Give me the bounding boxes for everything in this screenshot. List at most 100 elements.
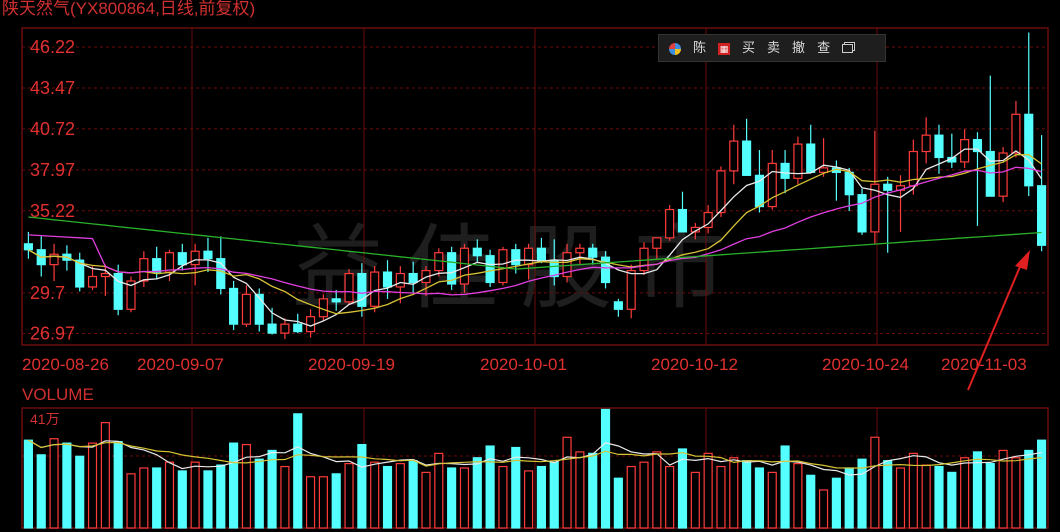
volume-bar: [511, 446, 521, 529]
candle-body: [857, 194, 867, 233]
volume-bar: [690, 471, 700, 529]
volume-bar: [254, 458, 264, 529]
candle-body: [139, 258, 149, 282]
candle-body: [267, 323, 277, 334]
volume-bar: [703, 452, 713, 529]
volume-bar: [344, 463, 354, 529]
candle-body: [152, 258, 162, 273]
volume-bar: [998, 449, 1008, 529]
candle-body: [164, 252, 175, 273]
price-tick-label: 40.72: [30, 119, 75, 139]
volume-bar: [716, 465, 726, 529]
volume-bar: [229, 442, 239, 529]
date-tick-label: 2020-10-24: [822, 355, 909, 374]
volume-bar: [190, 461, 200, 529]
candle-body: [1037, 185, 1047, 246]
volume-bar: [536, 465, 546, 529]
red-arrow-head-icon: [1015, 250, 1030, 270]
window-button[interactable]: [836, 35, 859, 61]
stock-chart[interactable]: 益佳股市 陕天然气(YX800864,日线,前复权) 46.2243.4740.…: [0, 0, 1060, 532]
volume-bar: [562, 436, 572, 529]
candle-body: [190, 250, 200, 266]
volume-bar: [382, 465, 393, 529]
app-logo-button[interactable]: [659, 35, 687, 61]
volume-bar: [62, 442, 72, 529]
candle-body: [1011, 113, 1021, 154]
candle-body: [344, 272, 354, 303]
volume-bar: [665, 465, 675, 529]
candle-body: [382, 271, 393, 288]
volume-bar: [395, 463, 405, 529]
toolbar-chen-button[interactable]: 陈: [687, 35, 712, 61]
volume-bar: [177, 470, 187, 529]
volume-bar: [831, 477, 841, 529]
volume-bar: [652, 451, 662, 529]
chart-title: 陕天然气(YX800864,日线,前复权): [2, 0, 255, 18]
price-tick-label: 37.97: [30, 160, 75, 180]
candle-body: [177, 252, 187, 266]
buy-button[interactable]: 买: [736, 35, 761, 61]
volume-bar: [280, 465, 290, 529]
candle-body: [600, 256, 611, 284]
candle-body: [280, 323, 290, 334]
candle-body: [100, 272, 110, 278]
volume-bar: [549, 461, 559, 529]
candle-body: [229, 287, 239, 325]
volume-bar: [818, 489, 829, 529]
volume-bar: [305, 476, 316, 529]
volume-bar: [87, 442, 98, 529]
date-tick-label: 2020-08-26: [22, 355, 109, 374]
date-tick-label: 2020-09-07: [137, 355, 224, 374]
price-grid: [21, 27, 1049, 346]
cancel-order-button[interactable]: 撤: [786, 35, 811, 61]
candle-body: [1024, 113, 1034, 187]
date-tick-label: 2020-10-01: [480, 355, 567, 374]
candle-body: [716, 170, 726, 214]
candle-body: [498, 249, 508, 284]
volume-bar: [895, 467, 906, 529]
price-tick-label: 29.7: [30, 283, 65, 303]
candle-body: [293, 323, 303, 333]
trade-toolbar: 陈 ▦ 买 卖 撤 查: [658, 34, 886, 62]
candle-body: [729, 140, 739, 172]
volume-bar: [806, 474, 816, 529]
candle-body: [485, 255, 495, 284]
query-button[interactable]: 查: [811, 35, 836, 61]
candle-body: [665, 208, 675, 239]
candle-body: [203, 250, 213, 260]
volume-bar: [729, 457, 739, 529]
volume-bar: [754, 467, 765, 529]
volume-bar: [447, 467, 457, 529]
candle-body: [241, 293, 252, 325]
volume-bar: [947, 471, 957, 529]
candle-body: [305, 316, 316, 333]
volume-bar: [498, 465, 508, 529]
price-tick-label: 46.22: [30, 37, 75, 57]
volume-bar: [524, 470, 534, 529]
volume-bar: [216, 464, 226, 529]
date-axis-ticks: 2020-08-26 2020-09-07 2020-09-19 2020-10-01…: [22, 355, 1027, 374]
candle-body: [575, 247, 585, 254]
date-tick-label: 2020-11-03: [941, 355, 1027, 374]
volume-bar: [267, 449, 277, 529]
candle-body: [331, 298, 341, 303]
volume-bar: [857, 458, 867, 529]
volume-grid: [21, 407, 1049, 529]
volume-bar: [575, 451, 585, 529]
volume-bar: [883, 460, 893, 529]
volume-bar: [421, 471, 431, 529]
sell-button[interactable]: 卖: [761, 35, 786, 61]
candle-body: [524, 247, 534, 266]
volume-bar: [100, 422, 110, 529]
volume-bar: [459, 467, 470, 529]
date-tick-label: 2020-09-19: [308, 355, 395, 374]
volume-bar: [1011, 457, 1021, 529]
volume-bar: [75, 455, 85, 529]
candle-body: [806, 143, 816, 173]
red-box-button[interactable]: ▦: [712, 35, 736, 61]
volume-bar: [152, 467, 162, 529]
candle-body: [652, 237, 662, 249]
candle-body: [536, 247, 546, 261]
volume-bar: [626, 465, 636, 529]
candle-body: [23, 243, 33, 251]
